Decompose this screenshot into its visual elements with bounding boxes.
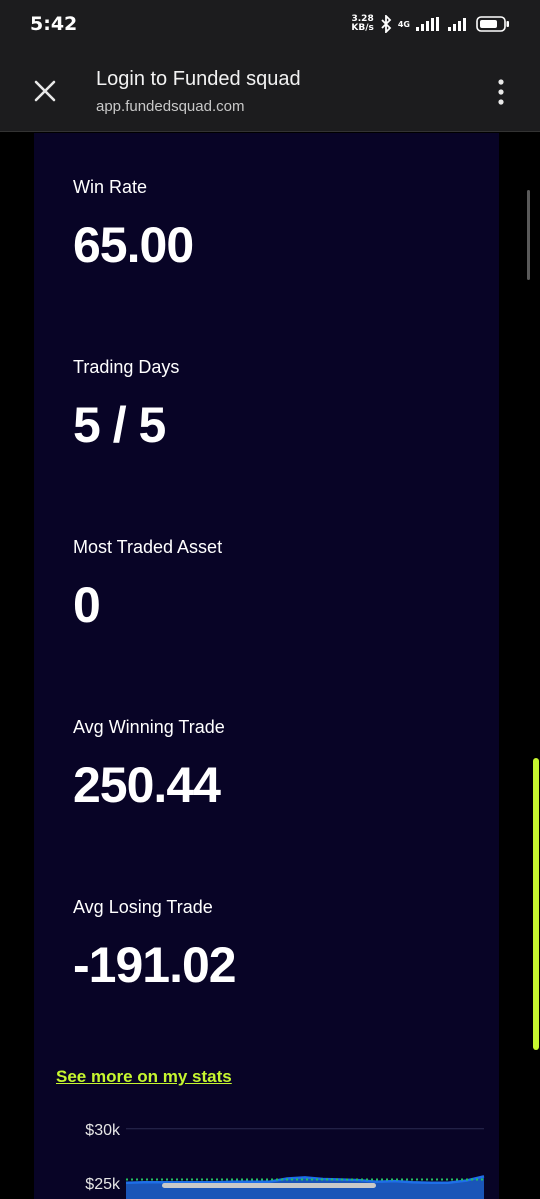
scrollbar-thumb[interactable] xyxy=(527,190,530,280)
stat-avg-winning-trade: Avg Winning Trade 250.44 xyxy=(73,717,225,814)
stat-win-rate: Win Rate 65.00 xyxy=(73,177,194,274)
network-speed-unit: KB/s xyxy=(351,23,374,33)
more-vert-icon[interactable] xyxy=(496,78,506,106)
stat-trading-days: Trading Days 5 / 5 xyxy=(73,357,179,454)
stat-label: Win Rate xyxy=(73,177,148,197)
stat-label: Avg Losing Trade xyxy=(73,897,213,917)
stat-value: 5 / 5 xyxy=(73,397,166,453)
stat-label: Avg Winning Trade xyxy=(73,717,225,737)
y-tick-label: $30k xyxy=(85,1122,121,1139)
page-scroll-indicator xyxy=(533,758,539,1050)
custom-tab-toolbar: Login to Funded squad app.fundedsquad.co… xyxy=(0,48,540,132)
stat-label: Trading Days xyxy=(73,357,180,377)
stats-panel: Win Rate 65.00 Trading Days 5 / 5 Most T… xyxy=(34,133,499,1199)
close-icon[interactable] xyxy=(30,76,60,106)
stat-value: 0 xyxy=(73,577,101,633)
network-speed: 3.28 KB/s xyxy=(351,15,373,33)
gesture-nav-bar[interactable] xyxy=(162,1183,376,1188)
status-bar: 5:42 3.28 KB/s 4G xyxy=(0,0,540,48)
see-more-stats-link[interactable]: See more on my stats xyxy=(56,1067,232,1087)
y-tick-label: $25k xyxy=(85,1176,121,1193)
bluetooth-icon xyxy=(381,15,392,33)
battery-icon xyxy=(476,16,509,32)
signal-icon xyxy=(416,17,439,31)
signal-icon-secondary xyxy=(448,18,466,31)
page-title: Login to Funded squad xyxy=(96,68,301,90)
page-url[interactable]: app.fundedsquad.com xyxy=(96,98,244,115)
status-time: 5:42 xyxy=(30,13,78,35)
stat-avg-losing-trade: Avg Losing Trade -191.02 xyxy=(73,897,237,994)
network-type: 4G xyxy=(397,19,410,29)
stat-most-traded-asset: Most Traded Asset 0 xyxy=(73,537,222,634)
stat-label: Most Traded Asset xyxy=(73,537,223,557)
stat-value: 65.00 xyxy=(73,217,194,273)
stat-value: -191.02 xyxy=(73,937,237,993)
status-icons: 3.28 KB/s 4G xyxy=(351,15,510,33)
stat-value: 250.44 xyxy=(73,757,221,813)
